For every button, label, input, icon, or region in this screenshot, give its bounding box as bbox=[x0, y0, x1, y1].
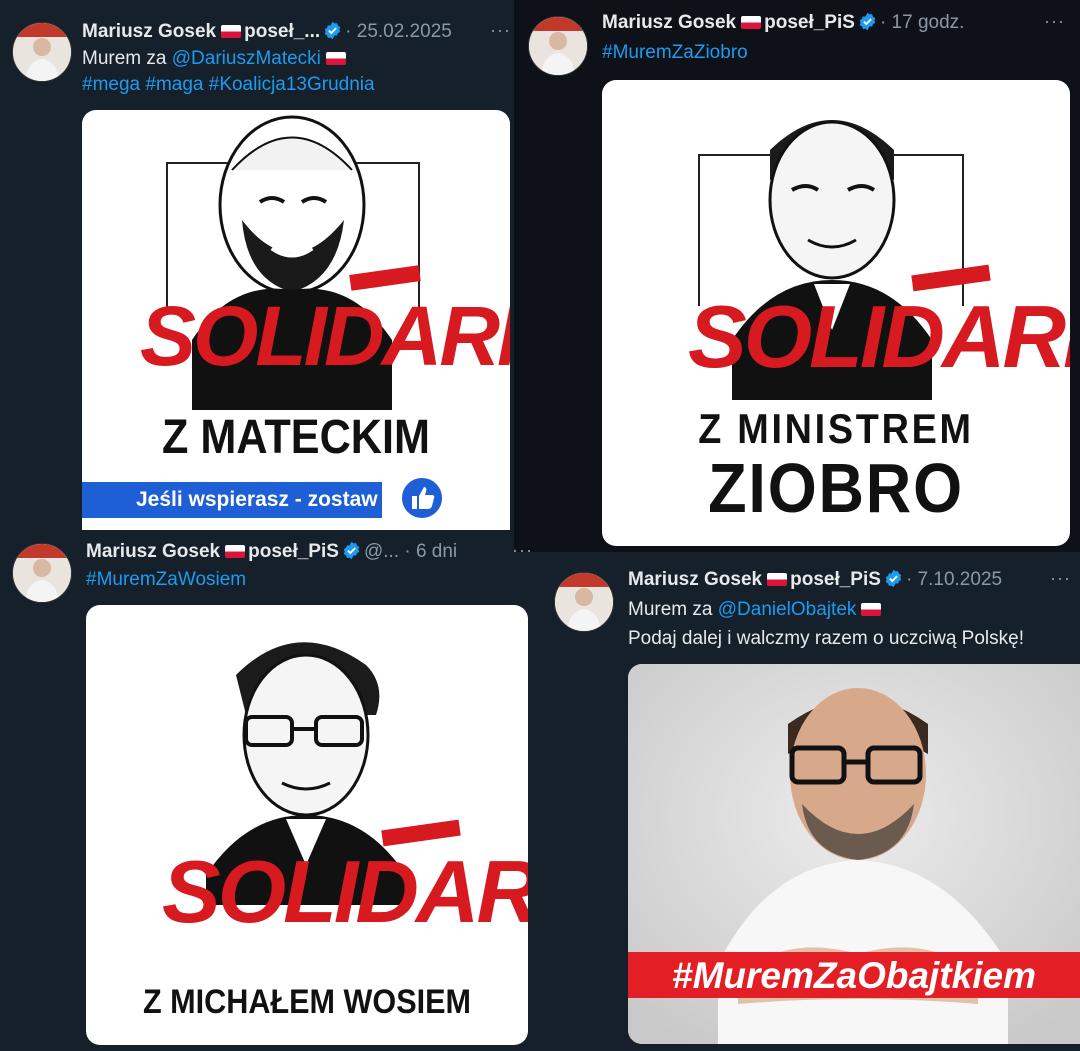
tweet-text-prefix: Murem za bbox=[82, 48, 167, 69]
verified-badge-icon bbox=[859, 12, 876, 31]
more-icon[interactable]: ··· bbox=[1044, 11, 1065, 32]
author-name[interactable]: Mariusz Gosek bbox=[628, 569, 762, 590]
tweet-date[interactable]: 25.02.2025 bbox=[357, 21, 452, 42]
author-handle[interactable]: poseł_PiS bbox=[764, 12, 855, 33]
verified-badge-icon bbox=[324, 21, 341, 40]
solidarity-logo: SOLIDARNI bbox=[140, 289, 510, 383]
author-handle[interactable]: poseł_PiS bbox=[248, 541, 339, 562]
tweet-2[interactable]: Mariusz Gosek poseł_PiS · 17 godz. ··· #Mu… bbox=[516, 0, 1080, 552]
hashtag-links[interactable]: #mega #maga #Koalicja13Grudnia bbox=[82, 72, 375, 97]
poland-flag-icon bbox=[221, 25, 242, 38]
more-icon[interactable]: ··· bbox=[1050, 568, 1071, 589]
author-name[interactable]: Mariusz Gosek bbox=[86, 541, 220, 562]
tweet-3[interactable]: Mariusz Gosek poseł_PiS @... · 6 dni ··· #… bbox=[0, 535, 540, 1051]
author-name[interactable]: Mariusz Gosek bbox=[602, 12, 736, 33]
tweet-date[interactable]: 6 dni bbox=[416, 541, 457, 562]
poland-flag-icon bbox=[225, 545, 246, 558]
mention-link[interactable]: @DanielObajtek bbox=[718, 599, 857, 620]
hashtag-banner: #MuremZaObajtkiem bbox=[628, 952, 1080, 998]
tweet-text: Murem za @DanielObajtek bbox=[628, 597, 884, 622]
author-name[interactable]: Mariusz Gosek bbox=[82, 21, 216, 42]
cta-banner-text: Jeśli wspierasz - zostaw bbox=[136, 488, 378, 511]
tweet-header: Mariusz Gosek poseł_PiS · 17 godz. bbox=[602, 12, 965, 33]
avatar-photo bbox=[13, 544, 71, 602]
tweet-image[interactable]: SOLIDARNI Z MATECKIM Jeśli wspierasz - z… bbox=[82, 110, 510, 530]
avatar-photo bbox=[13, 23, 71, 81]
tweet-image[interactable]: #MuremZaObajtkiem bbox=[628, 664, 1080, 1044]
solidarity-logo: SOLIDARNI bbox=[162, 842, 528, 941]
hashtag-link[interactable]: #MuremZaWosiem bbox=[86, 567, 246, 592]
avatar[interactable] bbox=[12, 22, 72, 82]
tweet-text-line-2: Podaj dalej i walczmy razem o uczciwą Po… bbox=[628, 628, 1024, 649]
poland-flag-icon bbox=[767, 573, 788, 586]
tweet-image[interactable]: SOLIDARNI Z MINISTREM ZIOBRO bbox=[602, 80, 1070, 546]
caption: Z MATECKIM bbox=[162, 411, 430, 464]
tweet-header: Mariusz Gosek poseł_... · 25.02.2025 bbox=[82, 21, 452, 42]
tweet-date[interactable]: 7.10.2025 bbox=[918, 569, 1003, 590]
tweet-image[interactable]: SOLIDARNI Z MICHAŁEM WOSIEM bbox=[86, 605, 528, 1045]
thumbs-up-icon bbox=[400, 476, 444, 520]
cta-banner: Jeśli wspierasz - zostaw bbox=[82, 482, 382, 518]
caption-line-1: Z MINISTREM bbox=[698, 405, 974, 452]
mention-link[interactable]: @DariuszMatecki bbox=[172, 48, 321, 69]
author-handle[interactable]: poseł_... bbox=[244, 21, 320, 42]
author-handle[interactable]: poseł_PiS bbox=[790, 569, 881, 590]
caption-line-2: ZIOBRO bbox=[708, 449, 964, 527]
caption: Z MICHAŁEM WOSIEM bbox=[142, 983, 472, 1021]
more-icon[interactable]: ··· bbox=[512, 540, 533, 561]
avatar[interactable] bbox=[12, 543, 72, 603]
avatar[interactable] bbox=[528, 16, 588, 76]
verified-badge-icon bbox=[885, 569, 902, 588]
hashtag-banner-text: #MuremZaObajtkiem bbox=[672, 955, 1036, 996]
hashtag-link[interactable]: #MuremZaZiobro bbox=[602, 40, 748, 65]
solidarity-logo: SOLIDARNI bbox=[688, 287, 1070, 386]
tweet-text-prefix: Murem za bbox=[628, 599, 713, 620]
verified-badge-icon bbox=[343, 541, 360, 560]
tweet-header: Mariusz Gosek poseł_PiS @... · 6 dni bbox=[86, 541, 458, 562]
poland-flag-icon bbox=[325, 52, 346, 65]
avatar[interactable] bbox=[554, 572, 614, 632]
poland-flag-icon bbox=[861, 603, 882, 616]
author-username[interactable]: @... bbox=[364, 541, 399, 562]
more-icon[interactable]: ··· bbox=[490, 20, 511, 41]
tweet-1[interactable]: Mariusz Gosek poseł_... · 25.02.2025 ··· M… bbox=[0, 0, 514, 535]
tweet-4[interactable]: Mariusz Gosek poseł_PiS · 7.10.2025 ··· Mu… bbox=[540, 552, 1080, 1051]
tweet-date[interactable]: 17 godz. bbox=[892, 12, 965, 33]
tweet-text: Murem za @DariuszMatecki bbox=[82, 46, 349, 71]
avatar-photo bbox=[529, 17, 587, 75]
poland-flag-icon bbox=[741, 16, 762, 29]
tweet-header: Mariusz Gosek poseł_PiS · 7.10.2025 bbox=[628, 569, 1003, 590]
avatar-photo bbox=[555, 573, 613, 631]
